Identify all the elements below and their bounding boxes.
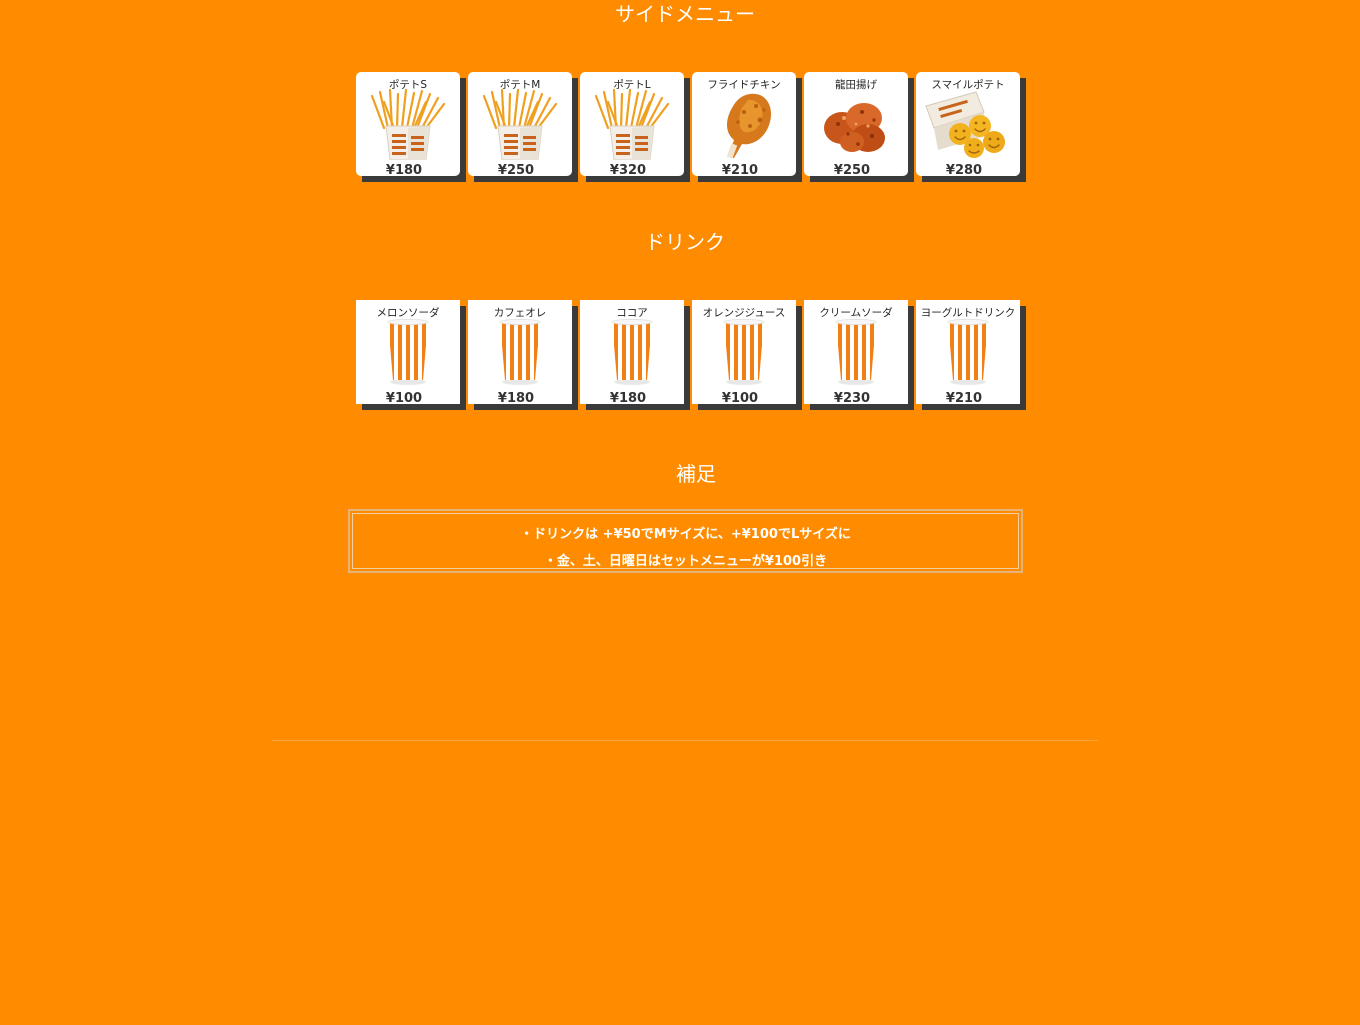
item-price: ¥250 — [497, 163, 535, 178]
side-menu-row: ポテトS ¥180 ポテトM ¥250 ポテトL ¥320 フライドチキン ¥2… — [356, 72, 1026, 182]
item-price: ¥280 — [945, 163, 983, 178]
striped-cup-icon — [387, 319, 429, 385]
item-price: ¥230 — [833, 391, 871, 406]
drink-item-card[interactable]: カフェオレ ¥180 — [468, 300, 578, 410]
drink-item-card[interactable]: ヨーグルトドリンク ¥210 — [916, 300, 1026, 410]
striped-cup-icon — [947, 319, 989, 385]
card-face: ココア — [580, 300, 684, 404]
card-face: スマイルポテト — [916, 72, 1020, 176]
footer-divider — [272, 740, 1098, 741]
notes-title: 補足 — [676, 462, 716, 486]
striped-cup-icon — [723, 319, 765, 385]
drink-item-card[interactable]: ココア ¥180 — [580, 300, 690, 410]
item-price: ¥210 — [721, 163, 759, 178]
fried-chicken-icon — [726, 93, 772, 159]
card-face: ポテトS — [356, 72, 460, 176]
drink-item-card[interactable]: オレンジジュース ¥100 — [692, 300, 802, 410]
fries-icon — [594, 88, 670, 160]
striped-cup-icon — [499, 319, 541, 385]
drink-row: メロンソーダ ¥100 カフェオレ ¥180 ココア ¥180 オレンジジュース… — [356, 300, 1026, 410]
item-price: ¥320 — [609, 163, 647, 178]
notes-box: ・ドリンクは +¥50でMサイズに、+¥100でLサイズに ・金、土、日曜日はセ… — [348, 509, 1023, 573]
item-price: ¥100 — [721, 391, 759, 406]
item-price: ¥100 — [385, 391, 423, 406]
card-face: オレンジジュース — [692, 300, 796, 404]
note-line: ・金、土、日曜日はセットメニューが¥100引き — [543, 554, 828, 569]
item-price: ¥180 — [609, 391, 647, 406]
card-face: ポテトM — [468, 72, 572, 176]
card-face: ポテトL — [580, 72, 684, 176]
card-face: 龍田揚げ — [804, 72, 908, 176]
item-price: ¥180 — [385, 163, 423, 178]
striped-cup-icon — [611, 319, 653, 385]
note-line: ・ドリンクは +¥50でMサイズに、+¥100でLサイズに — [520, 527, 851, 542]
smile-potato-icon — [925, 91, 1005, 158]
item-price: ¥180 — [497, 391, 535, 406]
fries-icon — [482, 88, 558, 160]
card-face: フライドチキン — [692, 72, 796, 176]
menu-page: サイドメニュー ポテトS ¥180 ポテトM ¥250 ポテトL ¥320 フラ… — [0, 0, 1360, 1025]
card-face: メロンソーダ — [356, 300, 460, 404]
side-item-card[interactable]: ポテトM ¥250 — [468, 72, 578, 182]
side-item-card[interactable]: フライドチキン ¥210 — [692, 72, 802, 182]
side-menu-title: サイドメニュー — [615, 2, 755, 26]
card-face: カフェオレ — [468, 300, 572, 404]
side-item-card[interactable]: 龍田揚げ ¥250 — [804, 72, 914, 182]
tatsuta-age-icon — [824, 103, 885, 152]
card-face: クリームソーダ — [804, 300, 908, 404]
side-item-card[interactable]: ポテトS ¥180 — [356, 72, 466, 182]
item-price: ¥250 — [833, 163, 871, 178]
side-item-card[interactable]: ポテトL ¥320 — [580, 72, 690, 182]
fries-icon — [370, 88, 446, 160]
side-item-card[interactable]: スマイルポテト ¥280 — [916, 72, 1026, 182]
drink-item-card[interactable]: メロンソーダ ¥100 — [356, 300, 466, 410]
item-price: ¥210 — [945, 391, 983, 406]
card-face: ヨーグルトドリンク — [916, 300, 1020, 404]
drink-item-card[interactable]: クリームソーダ ¥230 — [804, 300, 914, 410]
drink-title: ドリンク — [645, 230, 725, 254]
striped-cup-icon — [835, 319, 877, 385]
